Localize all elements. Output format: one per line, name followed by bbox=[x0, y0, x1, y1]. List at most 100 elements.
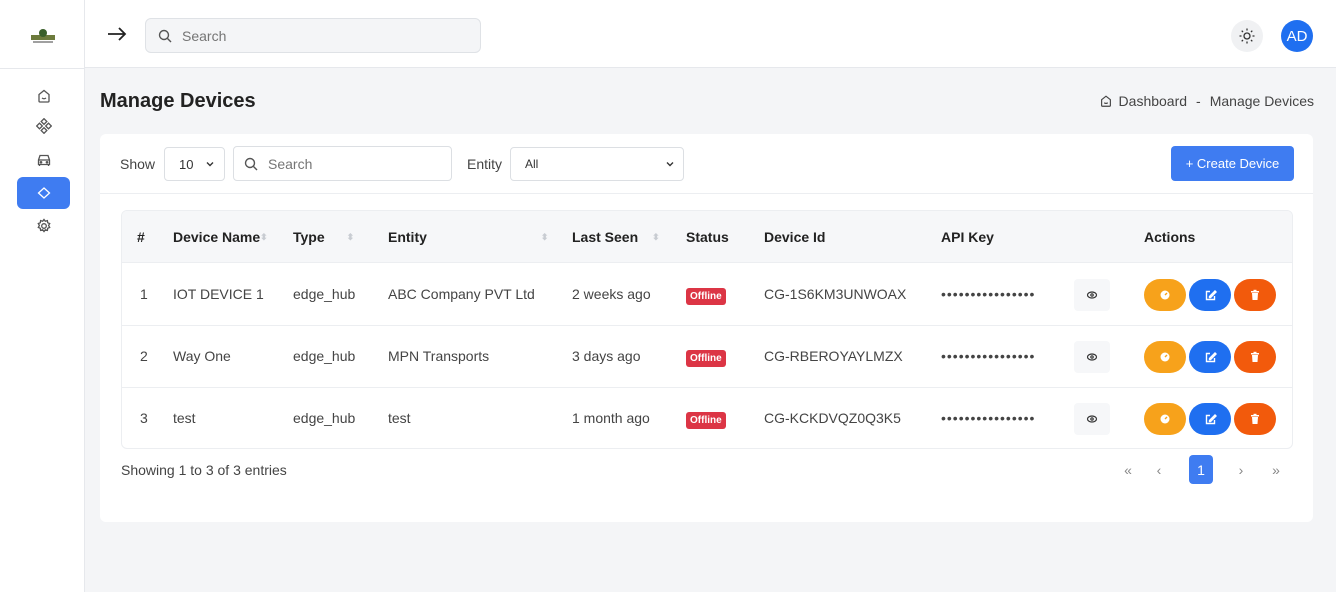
device-id-cell: CG-RBEROYAYLMZX bbox=[764, 348, 903, 364]
type-cell: edge_hub bbox=[293, 410, 356, 426]
view-device-button[interactable] bbox=[1144, 279, 1186, 311]
search-icon bbox=[158, 29, 172, 42]
entries-info: Showing 1 to 3 of 3 entries bbox=[121, 462, 287, 478]
view-device-button[interactable] bbox=[1144, 341, 1186, 373]
sidebar-item-vehicles[interactable] bbox=[17, 144, 70, 176]
edit-icon bbox=[1205, 289, 1217, 300]
show-api-key-button[interactable] bbox=[1074, 279, 1110, 311]
table-toolbar: Show 10 Entity All + Create Device bbox=[100, 134, 1313, 194]
column-header-last-seen[interactable]: Last Seen ⬍ bbox=[572, 229, 660, 245]
column-header-type[interactable]: Type ⬍ bbox=[293, 229, 354, 245]
breadcrumb: Dashboard - Manage Devices bbox=[1099, 93, 1314, 109]
sidebar-item-network[interactable] bbox=[17, 110, 70, 142]
car-icon bbox=[37, 154, 50, 166]
sort-icon: ⬍ bbox=[346, 232, 355, 242]
logo-icon bbox=[31, 29, 55, 43]
entity-cell: test bbox=[388, 410, 411, 426]
api-key-masked: •••••••••••••••• bbox=[941, 348, 1036, 364]
device-id-cell: CG-KCKDVQZ0Q3K5 bbox=[764, 410, 901, 426]
create-device-button[interactable]: + Create Device bbox=[1171, 146, 1294, 181]
pagination-first[interactable]: « bbox=[1118, 455, 1138, 484]
edit-device-button[interactable] bbox=[1189, 279, 1231, 311]
edit-icon bbox=[1205, 413, 1217, 424]
show-api-key-button[interactable] bbox=[1074, 341, 1110, 373]
column-header-device-id: Device Id bbox=[764, 229, 826, 245]
trash-icon bbox=[1251, 351, 1259, 362]
gear-icon bbox=[36, 218, 51, 233]
delete-device-button[interactable] bbox=[1234, 403, 1276, 435]
top-search-input[interactable] bbox=[182, 27, 462, 44]
status-badge: Offline bbox=[686, 288, 726, 305]
status-badge: Offline bbox=[686, 412, 726, 429]
delete-device-button[interactable] bbox=[1234, 341, 1276, 373]
last-seen-cell: 3 days ago bbox=[572, 348, 641, 364]
eye-icon bbox=[1086, 353, 1098, 361]
sort-icon: ⬍ bbox=[540, 232, 549, 242]
eye-icon bbox=[1086, 415, 1098, 423]
entity-select-value: All bbox=[525, 157, 539, 171]
theme-toggle-button[interactable] bbox=[1231, 20, 1263, 52]
entity-select[interactable]: All bbox=[510, 147, 684, 181]
dashboard-icon bbox=[1160, 414, 1170, 424]
trash-icon bbox=[1251, 413, 1259, 424]
column-header-number: # bbox=[137, 229, 145, 245]
top-header: AD bbox=[85, 0, 1336, 68]
sidebar-divider bbox=[0, 68, 85, 69]
top-search-box[interactable] bbox=[145, 18, 481, 53]
pagination-last[interactable]: » bbox=[1266, 455, 1286, 484]
sort-icon: ⬍ bbox=[652, 232, 660, 242]
show-label: Show bbox=[120, 156, 156, 172]
column-header-device-name[interactable]: Device Name ⬍ bbox=[173, 229, 268, 245]
edit-icon bbox=[1205, 351, 1217, 362]
sun-icon bbox=[1239, 28, 1255, 44]
edit-device-button[interactable] bbox=[1189, 403, 1231, 435]
sidebar bbox=[0, 0, 85, 592]
row-number: 1 bbox=[140, 286, 148, 302]
table-search-box[interactable] bbox=[233, 146, 452, 181]
table-search-input[interactable] bbox=[268, 155, 438, 172]
last-seen-cell: 2 weeks ago bbox=[572, 286, 651, 302]
breadcrumb-home-link[interactable]: Dashboard bbox=[1119, 93, 1188, 109]
api-key-masked: •••••••••••••••• bbox=[941, 410, 1036, 426]
table-row: 2 Way One edge_hub MPN Transports 3 days… bbox=[122, 326, 1292, 388]
row-number: 2 bbox=[140, 348, 148, 364]
arrow-right-icon[interactable] bbox=[105, 22, 129, 46]
column-header-api-key: API Key bbox=[941, 229, 994, 245]
trash-icon bbox=[1251, 289, 1259, 300]
devices-icon bbox=[37, 187, 50, 199]
device-name-cell: test bbox=[173, 410, 196, 426]
search-icon bbox=[244, 157, 258, 170]
pagination-prev[interactable]: ‹ bbox=[1149, 455, 1169, 484]
dashboard-icon bbox=[1160, 352, 1170, 362]
column-header-status: Status bbox=[686, 229, 729, 245]
page-title: Manage Devices bbox=[100, 90, 256, 112]
sidebar-item-devices[interactable] bbox=[17, 177, 70, 209]
table-row: 3 test edge_hub test 1 month ago Offline… bbox=[122, 388, 1292, 448]
type-cell: edge_hub bbox=[293, 348, 356, 364]
view-device-button[interactable] bbox=[1144, 403, 1186, 435]
chevron-down-icon bbox=[666, 162, 674, 167]
column-header-entity[interactable]: Entity ⬍ bbox=[388, 229, 548, 245]
eye-icon bbox=[1086, 291, 1098, 299]
pagination-next[interactable]: › bbox=[1231, 455, 1251, 484]
home-icon bbox=[37, 89, 50, 103]
network-icon bbox=[35, 118, 52, 134]
device-name-cell: Way One bbox=[173, 348, 231, 364]
home-icon bbox=[1100, 95, 1111, 107]
sort-icon: ⬍ bbox=[260, 232, 268, 242]
show-api-key-button[interactable] bbox=[1074, 403, 1110, 435]
entity-cell: MPN Transports bbox=[388, 348, 490, 364]
edit-device-button[interactable] bbox=[1189, 341, 1231, 373]
chevron-down-icon bbox=[206, 162, 214, 167]
sidebar-item-settings[interactable] bbox=[17, 210, 70, 242]
page-size-select[interactable]: 10 bbox=[164, 147, 225, 181]
sidebar-item-home[interactable] bbox=[17, 80, 70, 112]
avatar[interactable]: AD bbox=[1281, 20, 1313, 52]
last-seen-cell: 1 month ago bbox=[572, 410, 650, 426]
table-header-row: # Device Name ⬍ Type ⬍ Entity ⬍ Last Seen ⬍ … bbox=[122, 211, 1292, 263]
entity-label: Entity bbox=[467, 156, 503, 172]
type-cell: edge_hub bbox=[293, 286, 356, 302]
delete-device-button[interactable] bbox=[1234, 279, 1276, 311]
page-size-value: 10 bbox=[179, 156, 194, 172]
pagination-page[interactable]: 1 bbox=[1189, 455, 1213, 484]
